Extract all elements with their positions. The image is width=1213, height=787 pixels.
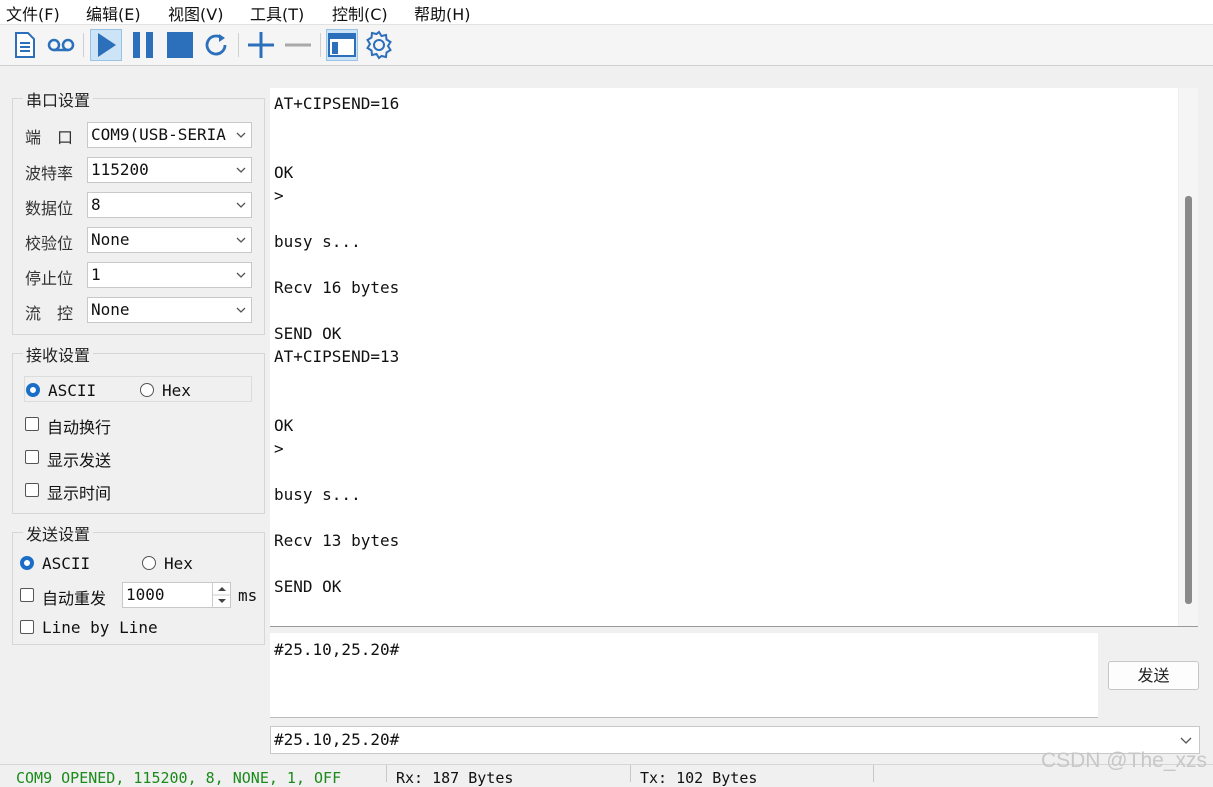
rx-count: Rx: 187 Bytes <box>396 769 514 787</box>
resend-interval-value: 1000 <box>126 585 165 604</box>
output-line: AT+CIPSEND=13 <box>274 347 400 366</box>
output-line: > <box>274 186 284 205</box>
chevron-down-icon <box>1180 737 1192 744</box>
new-file-icon[interactable] <box>9 29 41 61</box>
databits-value: 8 <box>91 195 101 214</box>
receive-ascii-radio[interactable] <box>26 383 40 397</box>
remove-icon[interactable] <box>282 29 314 61</box>
menu-help[interactable]: 帮助(H) <box>414 1 471 25</box>
line-by-line-checkbox[interactable] <box>20 620 34 634</box>
play-icon[interactable] <box>90 29 122 61</box>
serial-settings-title: 串口设置 <box>23 87 94 111</box>
port-status: COM9 OPENED, 115200, 8, NONE, 1, OFF <box>16 769 342 787</box>
output-line: AT+CIPSEND=16 <box>274 94 400 113</box>
receive-hex-radio[interactable] <box>140 383 154 397</box>
stopbits-value: 1 <box>91 265 101 284</box>
output-line: SEND OK <box>274 577 342 596</box>
output-line: OK <box>274 163 294 182</box>
port-label: 端 口 <box>25 128 74 147</box>
receive-output-area[interactable]: AT+CIPSEND=16 OK > busy s... Recv 16 bytes SE… <box>270 88 1178 626</box>
show-time-checkbox[interactable] <box>25 483 39 497</box>
auto-wrap-label: 自动换行 <box>47 418 112 437</box>
interval-unit: ms <box>238 586 258 605</box>
show-time-label: 显示时间 <box>47 484 112 503</box>
port-select[interactable]: COM9(USB-SERIA <box>87 122 252 148</box>
menu-control[interactable]: 控制(C) <box>332 1 388 25</box>
flow-value: None <box>91 300 130 319</box>
send-input-area[interactable]: #25.10,25.20# <box>270 633 1098 718</box>
databits-label: 数据位 <box>25 199 74 218</box>
spin-arrows-icon <box>213 587 231 603</box>
auto-resend-checkbox[interactable] <box>20 588 34 602</box>
send-history-value: #25.10,25.20# <box>274 730 400 749</box>
output-line: Recv 16 bytes <box>274 278 400 297</box>
send-hex-label: Hex <box>164 554 193 573</box>
output-line: > <box>274 439 284 458</box>
receive-ascii-label: ASCII <box>48 381 97 400</box>
send-ascii-radio[interactable] <box>20 556 34 570</box>
output-line: Recv 13 bytes <box>274 531 400 550</box>
stop-icon[interactable] <box>164 29 196 61</box>
menu-bar: 文件(F) 编辑(E) 视图(V) 工具(T) 控制(C) 帮助(H) <box>0 0 1213 25</box>
toolbar-separator <box>320 33 321 57</box>
output-line: busy s... <box>274 485 361 504</box>
baud-label: 波特率 <box>25 164 74 183</box>
send-settings-title: 发送设置 <box>23 521 94 545</box>
menu-edit[interactable]: 编辑(E) <box>86 1 141 25</box>
window-icon[interactable] <box>326 29 358 61</box>
stopbits-label: 停止位 <box>25 269 74 288</box>
receive-hex-label: Hex <box>162 381 191 400</box>
menu-tools[interactable]: 工具(T) <box>250 1 304 25</box>
port-value: COM9(USB-SERIA <box>91 125 226 144</box>
chevron-down-icon <box>236 272 246 278</box>
stopbits-select[interactable]: 1 <box>87 262 252 288</box>
toolbar-separator <box>83 33 84 57</box>
show-send-checkbox[interactable] <box>25 450 39 464</box>
chevron-down-icon <box>236 237 246 243</box>
pause-icon[interactable] <box>127 29 159 61</box>
scrollbar-thumb[interactable] <box>1185 196 1192 604</box>
status-separator <box>630 765 631 782</box>
send-button[interactable]: 发送 <box>1108 661 1199 690</box>
chevron-down-icon <box>236 202 246 208</box>
flow-label: 流 控 <box>25 304 74 323</box>
menu-view[interactable]: 视图(V) <box>168 1 223 25</box>
refresh-icon[interactable] <box>200 29 232 61</box>
parity-value: None <box>91 230 130 249</box>
record-icon[interactable] <box>45 29 77 61</box>
line-by-line-label: Line by Line <box>42 618 158 637</box>
chevron-down-icon <box>236 132 246 138</box>
auto-wrap-checkbox[interactable] <box>25 417 39 431</box>
status-separator <box>873 765 874 782</box>
toolbar <box>0 25 1213 66</box>
flow-select[interactable]: None <box>87 297 252 323</box>
output-line: busy s... <box>274 232 361 251</box>
send-input-text: #25.10,25.20# <box>274 640 400 659</box>
show-send-label: 显示发送 <box>47 451 112 470</box>
interval-spinner[interactable] <box>212 582 231 608</box>
parity-label: 校验位 <box>25 234 74 253</box>
receive-scrollbar[interactable] <box>1179 88 1198 626</box>
toolbar-separator <box>238 33 239 57</box>
chevron-down-icon <box>236 307 246 313</box>
watermark: CSDN @The_xzs <box>1040 749 1207 772</box>
settings-icon[interactable] <box>363 29 395 61</box>
chevron-down-icon <box>236 167 246 173</box>
add-icon[interactable] <box>245 29 277 61</box>
databits-select[interactable]: 8 <box>87 192 252 218</box>
parity-select[interactable]: None <box>87 227 252 253</box>
menu-file[interactable]: 文件(F) <box>6 1 60 25</box>
baud-value: 115200 <box>91 160 149 179</box>
tx-count: Tx: 102 Bytes <box>640 769 758 787</box>
status-separator <box>386 765 387 782</box>
receive-settings-title: 接收设置 <box>23 342 94 366</box>
output-line: OK <box>274 416 294 435</box>
baud-select[interactable]: 115200 <box>87 157 252 183</box>
output-line: SEND OK <box>274 324 342 343</box>
send-hex-radio[interactable] <box>142 556 156 570</box>
auto-resend-label: 自动重发 <box>42 589 107 608</box>
splitter[interactable] <box>270 626 1198 627</box>
status-bar: COM9 OPENED, 115200, 8, NONE, 1, OFF Rx:… <box>0 764 1213 787</box>
send-ascii-label: ASCII <box>42 554 91 573</box>
